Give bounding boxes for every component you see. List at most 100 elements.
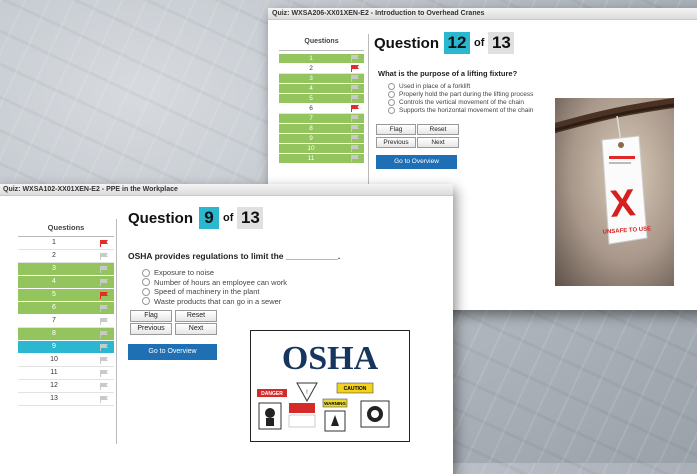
question-number: 3: [309, 75, 313, 82]
question-nav-item[interactable]: 2: [18, 250, 114, 263]
question-nav-item[interactable]: 11: [18, 367, 114, 380]
question-nav-item[interactable]: 8: [279, 124, 364, 134]
flag-icon-red[interactable]: [351, 65, 359, 72]
flag-icon[interactable]: [351, 125, 359, 132]
question-number: 8: [52, 330, 56, 337]
radio-button[interactable]: [142, 268, 150, 277]
flag-icon[interactable]: [351, 135, 359, 142]
flag-icon[interactable]: [351, 115, 359, 122]
question-nav-item[interactable]: 13: [18, 393, 114, 406]
flag-icon[interactable]: [100, 279, 108, 286]
flag-icon[interactable]: [100, 357, 108, 364]
question-nav-item[interactable]: 5: [279, 94, 364, 104]
question-nav-item[interactable]: 10: [18, 354, 114, 367]
next-button[interactable]: Next: [175, 323, 217, 335]
radio-button[interactable]: [388, 91, 395, 98]
questions-header: Questions: [18, 219, 114, 237]
flag-icon[interactable]: [100, 305, 108, 312]
reset-button[interactable]: Reset: [417, 124, 459, 135]
question-number: 6: [309, 105, 313, 112]
flag-icon[interactable]: [100, 331, 108, 338]
question-number: 4: [309, 85, 313, 92]
answer-option[interactable]: Used in place of a forklift: [388, 83, 470, 90]
previous-button[interactable]: Previous: [130, 323, 172, 335]
question-rows: 1 2 3 4 5 6 7 8 9 10 11 12 13: [18, 237, 114, 406]
flag-icon[interactable]: [100, 253, 108, 260]
flag-icon[interactable]: [100, 396, 108, 403]
tag-photo: X UNSAFE TO USE: [555, 98, 674, 245]
question-nav-item[interactable]: 10: [279, 144, 364, 154]
answer-option[interactable]: Speed of machinery in the plant: [142, 287, 259, 296]
question-nav-item[interactable]: 4: [18, 276, 114, 289]
question-number: 13: [50, 395, 58, 402]
flag-icon-red[interactable]: [100, 292, 108, 299]
question-nav-item[interactable]: 5: [18, 289, 114, 302]
flag-icon[interactable]: [100, 383, 108, 390]
radio-button[interactable]: [388, 99, 395, 106]
flag-icon[interactable]: [351, 55, 359, 62]
radio-button[interactable]: [142, 278, 150, 286]
question-nav-item[interactable]: 7: [18, 315, 114, 328]
flag-icon[interactable]: [351, 145, 359, 152]
go-to-overview-button[interactable]: Go to Overview: [376, 155, 457, 169]
answer-option-label: Controls the vertical movement of the ch…: [399, 99, 525, 106]
answer-option[interactable]: Supports the horizontal movement of the …: [388, 107, 533, 114]
answer-option-label: Waste products that can go in a sewer: [154, 296, 282, 306]
answer-option-label: Properly hold the part during the liftin…: [399, 91, 534, 98]
radio-button[interactable]: [142, 287, 150, 296]
osha-signs: OSHA DANGER ! CAUTION WARNING: [257, 340, 390, 432]
question-nav-item[interactable]: 3: [279, 74, 364, 84]
question-nav-item[interactable]: 4: [279, 84, 364, 94]
question-nav-item[interactable]: 8: [18, 328, 114, 341]
answer-option[interactable]: Number of hours an employee can work: [142, 278, 287, 287]
flag-button[interactable]: Flag: [130, 310, 172, 322]
question-rows: 1 2 3 4 5 6 7 8 9 10 11: [279, 54, 364, 164]
flag-icon[interactable]: [351, 75, 359, 82]
flag-icon[interactable]: [100, 318, 108, 325]
flag-icon[interactable]: [351, 95, 359, 102]
question-nav-item[interactable]: 12: [18, 380, 114, 393]
answer-option[interactable]: Waste products that can go in a sewer: [142, 297, 281, 306]
flag-icon[interactable]: [100, 344, 108, 351]
question-number: 11: [307, 155, 315, 162]
danger-label: DANGER: [261, 391, 283, 397]
flag-icon[interactable]: [100, 266, 108, 273]
current-question-number: 9: [199, 207, 220, 229]
question-nav-item[interactable]: 7: [279, 114, 364, 124]
answer-option[interactable]: Controls the vertical movement of the ch…: [388, 99, 524, 106]
question-nav-item[interactable]: 1: [18, 237, 114, 250]
lifting-tag-image: X UNSAFE TO USE: [555, 98, 674, 286]
answer-option[interactable]: Exposure to noise: [142, 268, 214, 277]
flag-icon-red[interactable]: [100, 240, 108, 247]
radio-button[interactable]: [142, 297, 150, 305]
flag-icon[interactable]: [351, 155, 359, 162]
previous-button[interactable]: Previous: [376, 137, 416, 148]
question-number: 11: [50, 369, 58, 376]
go-to-overview-button[interactable]: Go to Overview: [128, 344, 217, 360]
answer-option[interactable]: Properly hold the part during the liftin…: [388, 91, 533, 98]
question-nav-item[interactable]: 1: [279, 54, 364, 64]
flag-button[interactable]: Flag: [376, 124, 416, 135]
of-label: of: [474, 37, 485, 49]
question-number: 7: [52, 317, 56, 324]
question-nav-item[interactable]: 3: [18, 263, 114, 276]
question-nav-item[interactable]: 9: [18, 341, 114, 354]
of-label: of: [223, 212, 234, 224]
question-nav-item[interactable]: 9: [279, 134, 364, 144]
radio-button[interactable]: [388, 107, 395, 114]
flag-icon[interactable]: [100, 370, 108, 377]
question-nav-item[interactable]: 11: [279, 154, 364, 164]
radio-button[interactable]: [388, 83, 395, 90]
flag-icon-red[interactable]: [351, 105, 359, 112]
next-button[interactable]: Next: [417, 137, 459, 148]
question-number: 5: [309, 95, 313, 102]
reset-button[interactable]: Reset: [175, 310, 217, 322]
question-nav-item[interactable]: 6: [279, 104, 364, 114]
question-nav-item[interactable]: 2: [279, 64, 364, 74]
flag-icon[interactable]: [351, 85, 359, 92]
total-questions: 13: [237, 207, 264, 229]
question-number: 8: [309, 125, 313, 132]
question-nav-item[interactable]: 6: [18, 302, 114, 315]
question-list: Questions 1 2 3 4 5 6 7 8 9 10 11: [279, 34, 364, 164]
question-heading: Question 12 of 13: [374, 32, 515, 54]
